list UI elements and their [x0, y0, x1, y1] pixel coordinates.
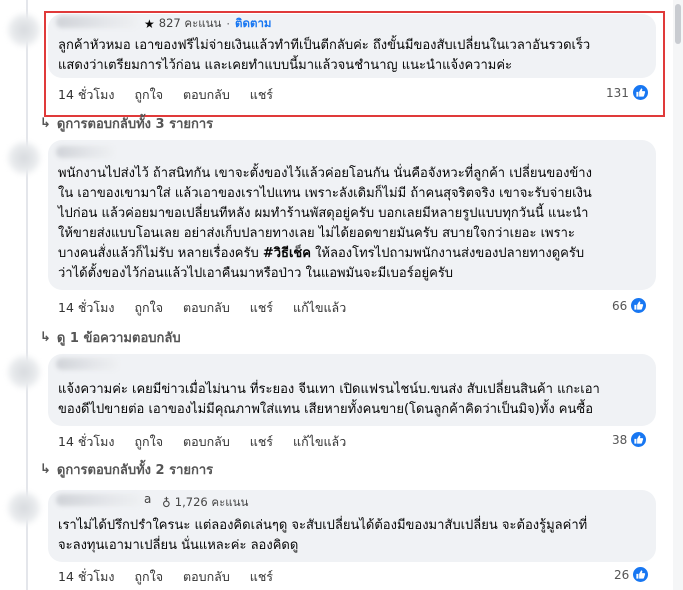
- reaction-summary[interactable]: 66: [612, 297, 648, 314]
- reply-arrow-icon: ↳: [40, 330, 51, 345]
- author-name-tail[interactable]: a: [144, 492, 151, 506]
- view-replies-label: ดู 1 ข้อความตอบกลับ: [56, 331, 181, 346]
- comment-line: แจ้งความค่ะ เคยมีข่าวเมื่อไม่นาน ที่ระยอ…: [58, 382, 600, 397]
- author-name[interactable]: [56, 358, 118, 370]
- avatar[interactable]: [8, 492, 40, 524]
- comment-line-end: ให้ลองโทรไปถามพนักงานส่งของปลายทางดูครับ: [310, 246, 585, 261]
- author-name[interactable]: [56, 494, 142, 506]
- view-replies-link[interactable]: ↳ ดูการตอบกลับทั้ง 3 รายการ: [40, 113, 213, 134]
- reaction-summary[interactable]: 26: [614, 566, 650, 583]
- comment-line: จะลงทุนเอามาเปลี่ยน นั่นแหละค่ะ ลองคิดดู: [58, 538, 299, 553]
- reply-button[interactable]: ตอบกลับ: [183, 432, 230, 452]
- comment-text: แจ้งความค่ะ เคยมีข่าวเมื่อไม่นาน ที่ระยอ…: [58, 380, 600, 420]
- points-badge: ♁ 1,726 คะแนน: [162, 494, 248, 512]
- comment-line: ให้ขายส่งแบบโอนเลย อย่าส่งเก็บปลายทางเลย…: [58, 226, 575, 241]
- comment-actions: 14 ชั่วโมง ถูกใจ ตอบกลับ แชร์ แก้ไขแล้ว: [58, 432, 366, 452]
- share-button[interactable]: แชร์: [250, 432, 273, 452]
- comment-actions: 14 ชั่วโมง ถูกใจ ตอบกลับ แชร์: [58, 567, 293, 587]
- reply-arrow-icon: ↳: [40, 462, 51, 477]
- timestamp[interactable]: 14 ชั่วโมง: [58, 567, 114, 587]
- comment-actions: 14 ชั่วโมง ถูกใจ ตอบกลับ แชร์ แก้ไขแล้ว: [58, 298, 366, 318]
- reaction-count: 26: [614, 567, 630, 582]
- comment-text: พนักงานไปส่งไว้ ถ้าสนิทกัน เขาจะตั้งของไ…: [58, 164, 592, 284]
- reaction-count: 66: [612, 298, 628, 313]
- badge-points: 1,726 คะแนน: [174, 495, 249, 509]
- like-button[interactable]: ถูกใจ: [134, 567, 163, 587]
- like-icon: [630, 297, 648, 314]
- reply-button[interactable]: ตอบกลับ: [183, 567, 230, 587]
- comment-line: ของดีไปขายต่อ เอาของไม่มีคุณภาพใส่แทน เส…: [58, 402, 594, 417]
- view-replies-label: ดูการตอบกลับทั้ง 2 รายการ: [56, 463, 214, 478]
- comment-line: พนักงานไปส่งไว้ ถ้าสนิทกัน เขาจะตั้งของไ…: [58, 166, 592, 181]
- like-icon: [630, 431, 648, 448]
- edited-label[interactable]: แก้ไขแล้ว: [293, 298, 346, 318]
- view-replies-link[interactable]: ↳ ดูการตอบกลับทั้ง 2 รายการ: [40, 459, 213, 480]
- comment-line: บางคนสั่งแล้วก็ไม่รับ หลายเรื่องครับ #วิ…: [58, 244, 592, 264]
- comment-line: เราไม่ได้ปรึกปรำใครนะ แต่ลองคิดเล่นๆดู จ…: [58, 518, 588, 533]
- comment-text: เราไม่ได้ปรึกปรำใครนะ แต่ลองคิดเล่นๆดู จ…: [58, 516, 587, 556]
- reply-arrow-icon: ↳: [40, 116, 51, 131]
- scrollbar-thumb[interactable]: [675, 4, 681, 44]
- edited-label[interactable]: แก้ไขแล้ว: [293, 432, 346, 452]
- reaction-count: 38: [612, 432, 628, 447]
- scrollbar[interactable]: [673, 0, 683, 590]
- highlight-box: [44, 11, 665, 117]
- avatar[interactable]: [8, 142, 40, 174]
- author-name[interactable]: [56, 146, 114, 158]
- comment-line: ว่าได้ตั้งของไว้ก่อนแล้วไปเอาคืนมาหรือป่…: [58, 266, 454, 281]
- view-replies-label: ดูการตอบกลับทั้ง 3 รายการ: [56, 117, 214, 132]
- timestamp[interactable]: 14 ชั่วโมง: [58, 432, 114, 452]
- avatar[interactable]: [8, 356, 40, 388]
- comment-line: ไปก่อน แล้วค่อยมาขอเปลี่ยนทีหลัง ผมทำร้า…: [58, 206, 589, 221]
- hashtag-link[interactable]: #วิธีเช็ค: [263, 246, 311, 261]
- share-button[interactable]: แชร์: [250, 567, 273, 587]
- reaction-summary[interactable]: 38: [612, 431, 648, 448]
- comment-line-start: บางคนสั่งแล้วก็ไม่รับ หลายเรื่องครับ: [58, 246, 263, 261]
- like-button[interactable]: ถูกใจ: [134, 432, 163, 452]
- share-button[interactable]: แชร์: [250, 298, 273, 318]
- like-icon: [632, 566, 650, 583]
- award-icon: ♁: [162, 496, 171, 510]
- reply-button[interactable]: ตอบกลับ: [183, 298, 230, 318]
- like-button[interactable]: ถูกใจ: [134, 298, 163, 318]
- avatar[interactable]: [8, 14, 40, 46]
- view-replies-link[interactable]: ↳ ดู 1 ข้อความตอบกลับ: [40, 327, 181, 348]
- timestamp[interactable]: 14 ชั่วโมง: [58, 298, 114, 318]
- comment-line: ใน เอาของเขามาใส่ แล้วเอาของเราไปแทน เพร…: [58, 186, 592, 201]
